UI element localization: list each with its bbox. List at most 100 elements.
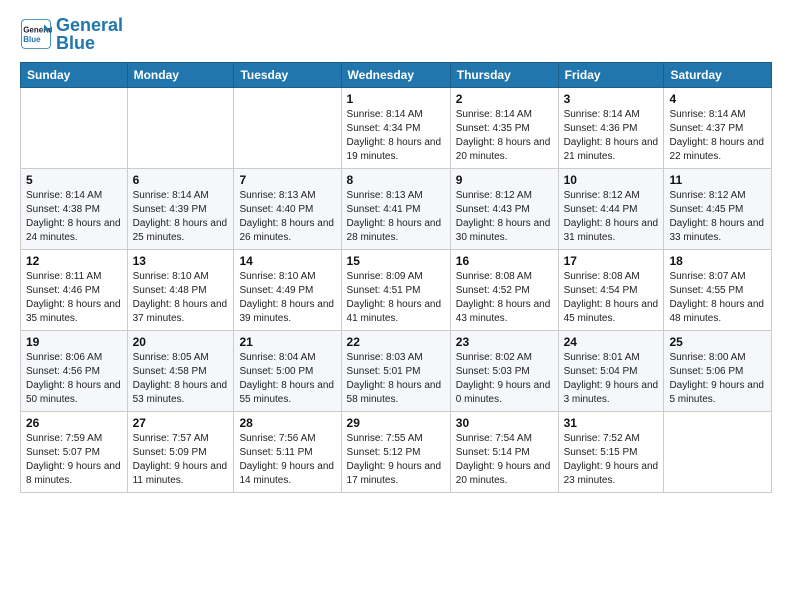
calendar-table: SundayMondayTuesdayWednesdayThursdayFrid… <box>20 62 772 493</box>
day-number: 27 <box>133 416 229 430</box>
day-number: 5 <box>26 173 122 187</box>
weekday-header-thursday: Thursday <box>450 63 558 88</box>
svg-text:Blue: Blue <box>23 35 41 44</box>
day-number: 13 <box>133 254 229 268</box>
day-detail: Sunrise: 8:14 AM Sunset: 4:34 PM Dayligh… <box>347 108 445 164</box>
day-detail: Sunrise: 8:02 AM Sunset: 5:03 PM Dayligh… <box>456 351 553 407</box>
calendar-cell: 16 Sunrise: 8:08 AM Sunset: 4:52 PM Dayli… <box>450 250 558 331</box>
calendar-cell: 17 Sunrise: 8:08 AM Sunset: 4:54 PM Dayli… <box>558 250 664 331</box>
day-detail: Sunrise: 8:10 AM Sunset: 4:48 PM Dayligh… <box>133 270 229 326</box>
calendar-cell <box>234 88 341 169</box>
calendar-cell: 6 Sunrise: 8:14 AM Sunset: 4:39 PM Daylig… <box>127 169 234 250</box>
logo-text: General Blue <box>56 16 123 52</box>
day-number: 26 <box>26 416 122 430</box>
day-number: 29 <box>347 416 445 430</box>
calendar-cell: 30Sunrise: 7:54 AM Sunset: 5:14 PM Dayli… <box>450 412 558 493</box>
day-detail: Sunrise: 7:57 AM Sunset: 5:09 PM Dayligh… <box>133 432 229 488</box>
weekday-header-friday: Friday <box>558 63 664 88</box>
day-detail: Sunrise: 8:12 AM Sunset: 4:43 PM Dayligh… <box>456 189 553 245</box>
day-detail: Sunrise: 8:14 AM Sunset: 4:36 PM Dayligh… <box>564 108 659 164</box>
day-number: 23 <box>456 335 553 349</box>
day-number: 25 <box>669 335 766 349</box>
calendar-cell: 3 Sunrise: 8:14 AM Sunset: 4:36 PM Daylig… <box>558 88 664 169</box>
calendar-cell: 31Sunrise: 7:52 AM Sunset: 5:15 PM Dayli… <box>558 412 664 493</box>
day-number: 28 <box>239 416 335 430</box>
logo-blue: Blue <box>56 33 95 53</box>
calendar-cell: 12Sunrise: 8:11 AM Sunset: 4:46 PM Dayli… <box>21 250 128 331</box>
day-detail: Sunrise: 8:05 AM Sunset: 4:58 PM Dayligh… <box>133 351 229 407</box>
day-number: 9 <box>456 173 553 187</box>
calendar-week-row: 5Sunrise: 8:14 AM Sunset: 4:38 PM Daylig… <box>21 169 772 250</box>
calendar-cell <box>21 88 128 169</box>
day-detail: Sunrise: 8:11 AM Sunset: 4:46 PM Dayligh… <box>26 270 122 326</box>
calendar-cell: 26 Sunrise: 7:59 AM Sunset: 5:07 PM Dayli… <box>21 412 128 493</box>
calendar-cell: 25 Sunrise: 8:00 AM Sunset: 5:06 PM Dayli… <box>664 331 772 412</box>
weekday-header-saturday: Saturday <box>664 63 772 88</box>
calendar-cell: 7 Sunrise: 8:13 AM Sunset: 4:40 PM Daylig… <box>234 169 341 250</box>
logo: General Blue General Blue <box>20 16 123 52</box>
calendar-cell: 8 Sunrise: 8:13 AM Sunset: 4:41 PM Daylig… <box>341 169 450 250</box>
logo-general: General <box>56 15 123 35</box>
day-number: 10 <box>564 173 659 187</box>
day-detail: Sunrise: 8:08 AM Sunset: 4:52 PM Dayligh… <box>456 270 553 326</box>
day-number: 21 <box>239 335 335 349</box>
calendar-cell: 18Sunrise: 8:07 AM Sunset: 4:55 PM Dayli… <box>664 250 772 331</box>
calendar-cell: 15 Sunrise: 8:09 AM Sunset: 4:51 PM Dayli… <box>341 250 450 331</box>
calendar-cell: 1 Sunrise: 8:14 AM Sunset: 4:34 PM Daylig… <box>341 88 450 169</box>
day-detail: Sunrise: 8:12 AM Sunset: 4:45 PM Dayligh… <box>669 189 766 245</box>
day-number: 1 <box>347 92 445 106</box>
day-number: 31 <box>564 416 659 430</box>
calendar-cell: 10Sunrise: 8:12 AM Sunset: 4:44 PM Dayli… <box>558 169 664 250</box>
day-detail: Sunrise: 7:55 AM Sunset: 5:12 PM Dayligh… <box>347 432 445 488</box>
day-number: 15 <box>347 254 445 268</box>
day-number: 7 <box>239 173 335 187</box>
day-detail: Sunrise: 8:06 AM Sunset: 4:56 PM Dayligh… <box>26 351 122 407</box>
calendar-cell: 19Sunrise: 8:06 AM Sunset: 4:56 PM Dayli… <box>21 331 128 412</box>
day-number: 20 <box>133 335 229 349</box>
day-detail: Sunrise: 8:03 AM Sunset: 5:01 PM Dayligh… <box>347 351 445 407</box>
calendar-week-row: 1 Sunrise: 8:14 AM Sunset: 4:34 PM Daylig… <box>21 88 772 169</box>
day-detail: Sunrise: 8:14 AM Sunset: 4:39 PM Dayligh… <box>133 189 229 245</box>
calendar-cell: 20 Sunrise: 8:05 AM Sunset: 4:58 PM Dayli… <box>127 331 234 412</box>
day-number: 8 <box>347 173 445 187</box>
page: General Blue General Blue SundayMondayTu… <box>0 0 792 612</box>
day-detail: Sunrise: 8:14 AM Sunset: 4:35 PM Dayligh… <box>456 108 553 164</box>
calendar-cell: 29 Sunrise: 7:55 AM Sunset: 5:12 PM Dayli… <box>341 412 450 493</box>
calendar-cell: 14Sunrise: 8:10 AM Sunset: 4:49 PM Dayli… <box>234 250 341 331</box>
day-detail: Sunrise: 7:59 AM Sunset: 5:07 PM Dayligh… <box>26 432 122 488</box>
logo-icon: General Blue <box>20 18 52 50</box>
header: General Blue General Blue <box>20 16 772 52</box>
day-number: 2 <box>456 92 553 106</box>
day-number: 17 <box>564 254 659 268</box>
weekday-header-monday: Monday <box>127 63 234 88</box>
day-detail: Sunrise: 7:56 AM Sunset: 5:11 PM Dayligh… <box>239 432 335 488</box>
day-detail: Sunrise: 8:14 AM Sunset: 4:37 PM Dayligh… <box>669 108 766 164</box>
calendar-cell: 9 Sunrise: 8:12 AM Sunset: 4:43 PM Daylig… <box>450 169 558 250</box>
day-number: 24 <box>564 335 659 349</box>
calendar-header-row: SundayMondayTuesdayWednesdayThursdayFrid… <box>21 63 772 88</box>
day-number: 11 <box>669 173 766 187</box>
day-number: 14 <box>239 254 335 268</box>
day-detail: Sunrise: 8:13 AM Sunset: 4:40 PM Dayligh… <box>239 189 335 245</box>
calendar-cell <box>127 88 234 169</box>
day-number: 18 <box>669 254 766 268</box>
calendar-cell: 23 Sunrise: 8:02 AM Sunset: 5:03 PM Dayli… <box>450 331 558 412</box>
day-detail: Sunrise: 8:13 AM Sunset: 4:41 PM Dayligh… <box>347 189 445 245</box>
calendar-cell: 5Sunrise: 8:14 AM Sunset: 4:38 PM Daylig… <box>21 169 128 250</box>
day-number: 3 <box>564 92 659 106</box>
calendar-cell: 24 Sunrise: 8:01 AM Sunset: 5:04 PM Dayli… <box>558 331 664 412</box>
day-number: 22 <box>347 335 445 349</box>
weekday-header-tuesday: Tuesday <box>234 63 341 88</box>
day-detail: Sunrise: 8:08 AM Sunset: 4:54 PM Dayligh… <box>564 270 659 326</box>
calendar-week-row: 19Sunrise: 8:06 AM Sunset: 4:56 PM Dayli… <box>21 331 772 412</box>
day-detail: Sunrise: 8:01 AM Sunset: 5:04 PM Dayligh… <box>564 351 659 407</box>
calendar-cell <box>664 412 772 493</box>
day-detail: Sunrise: 8:09 AM Sunset: 4:51 PM Dayligh… <box>347 270 445 326</box>
day-number: 6 <box>133 173 229 187</box>
calendar-week-row: 26 Sunrise: 7:59 AM Sunset: 5:07 PM Dayli… <box>21 412 772 493</box>
day-detail: Sunrise: 7:54 AM Sunset: 5:14 PM Dayligh… <box>456 432 553 488</box>
day-detail: Sunrise: 8:00 AM Sunset: 5:06 PM Dayligh… <box>669 351 766 407</box>
day-number: 4 <box>669 92 766 106</box>
calendar-cell: 2 Sunrise: 8:14 AM Sunset: 4:35 PM Daylig… <box>450 88 558 169</box>
day-number: 16 <box>456 254 553 268</box>
